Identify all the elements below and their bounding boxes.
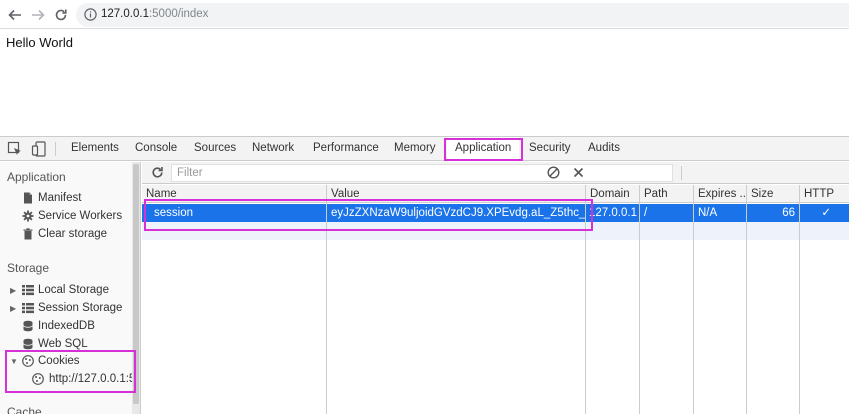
tab-network[interactable]: Network [244,137,302,160]
sidebar-item-label: Service Workers [38,210,123,222]
address-bar[interactable]: 127.0.0.1:5000/index [76,3,849,27]
url-text[interactable]: 127.0.0.1:5000/index [101,8,208,20]
highlight-cookies [5,350,136,393]
delete-selected-icon[interactable] [573,167,584,178]
cookie-path-cell[interactable]: / [640,204,693,222]
cookie-http-cell[interactable]: ✓ [800,204,849,222]
filter-input[interactable]: Filter [171,164,673,182]
column-header-expires[interactable]: Expires ... [694,185,746,203]
column-divider [746,185,747,414]
expand-arrow-icon[interactable]: ▶ [10,282,16,299]
tab-elements[interactable]: Elements [63,137,127,160]
tab-console[interactable]: Console [127,137,185,160]
sidebar-item-label: Local Storage [38,284,109,296]
trash-icon [23,228,33,240]
column-header-path[interactable]: Path [640,185,693,203]
back-arrow-icon [8,9,21,21]
sidebar-item-label: Manifest [38,192,82,204]
cookie-expires-cell[interactable]: N/A [694,204,746,222]
column-divider [639,185,640,414]
info-icon[interactable] [84,8,97,21]
sidebar-item-label: Clear storage [38,228,108,240]
forward-arrow-icon [32,9,45,21]
tab-sources[interactable]: Sources [186,137,244,160]
cookies-toolbar: Filter [142,162,849,184]
clear-all-icon[interactable] [547,166,560,179]
document-icon [24,192,32,204]
column-header-size[interactable]: Size [747,185,799,203]
sidebar-item-session-storage[interactable]: ▶ Session Storage [10,300,132,317]
grid-icon [22,303,34,314]
expand-arrow-icon[interactable]: ▶ [10,300,16,317]
toolbar-separator [681,166,682,180]
sidebar-item-local-storage[interactable]: ▶ Local Storage [10,282,132,299]
page-text: Hello World [6,35,73,50]
application-section-header: Application [7,170,66,184]
url-host: 127.0.0.1 [101,8,149,20]
refresh-icon[interactable] [151,166,164,179]
tab-memory[interactable]: Memory [386,137,444,160]
tab-security[interactable]: Security [521,137,579,160]
devtools-tab-bar: Elements Console Sources Network Perform… [0,137,849,161]
browser-toolbar: 127.0.0.1:5000/index [0,0,849,29]
highlight-session-row [144,199,593,231]
device-toolbar-icon[interactable] [31,141,47,157]
sidebar-item-label: Session Storage [38,302,123,314]
column-header-http[interactable]: HTTP [800,185,849,203]
inspect-element-icon[interactable] [7,141,23,157]
tab-separator [55,142,56,156]
url-path: :5000/index [148,8,209,20]
reload-icon [55,9,67,21]
back-button[interactable] [6,6,24,24]
cookie-domain-cell[interactable]: 127.0.0.1 [586,204,639,222]
sidebar-item-label: IndexedDB [38,320,95,332]
highlight-application-tab [444,138,523,161]
storage-section-header: Storage [7,261,50,275]
tab-audits[interactable]: Audits [580,137,628,160]
cookie-size-cell[interactable]: 66 [747,204,799,222]
page-viewport: Hello World [0,30,849,135]
database-icon [23,338,33,350]
gear-icon [22,210,34,222]
column-divider [693,185,694,414]
tab-performance[interactable]: Performance [305,137,387,160]
reload-button[interactable] [52,6,70,24]
database-icon [23,320,33,332]
column-divider [799,185,800,414]
grid-icon [22,285,34,296]
forward-button[interactable] [29,6,47,24]
column-header-domain[interactable]: Domain [586,185,639,203]
